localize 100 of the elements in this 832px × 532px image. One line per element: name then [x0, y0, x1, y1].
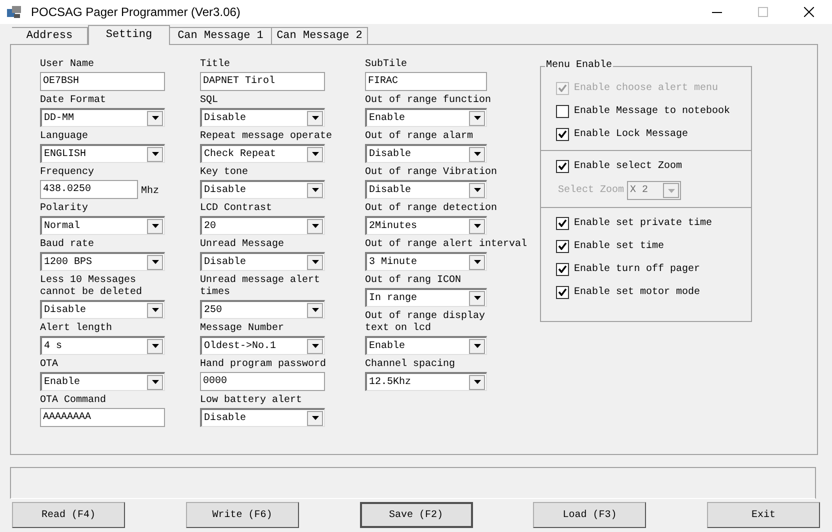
- dropdown[interactable]: Disable: [200, 108, 325, 127]
- dropdown[interactable]: ENGLISH: [40, 144, 165, 163]
- dropdown[interactable]: 3 Minute: [365, 252, 487, 271]
- dropdown[interactable]: Disable: [200, 252, 325, 271]
- dropdown[interactable]: 250: [200, 300, 325, 319]
- dropdown[interactable]: Enable: [365, 108, 487, 127]
- input-field[interactable]: FIRAC: [365, 72, 487, 91]
- dropdown-button[interactable]: [307, 146, 323, 162]
- dropdown-button[interactable]: [307, 302, 323, 318]
- dropdown[interactable]: Check Repeat: [200, 144, 325, 163]
- dropdown[interactable]: Normal: [40, 216, 165, 235]
- dropdown-value: Disable: [203, 256, 248, 270]
- button[interactable]: Read (F4): [12, 502, 125, 528]
- dropdown[interactable]: In range: [365, 288, 487, 307]
- field-label: Channel spacing: [365, 359, 456, 371]
- dropdown-button[interactable]: [469, 338, 485, 354]
- dropdown-value: DD-MM: [43, 112, 76, 126]
- tab[interactable]: Address: [12, 27, 88, 44]
- button[interactable]: Load (F3): [533, 502, 646, 528]
- dropdown-button[interactable]: [147, 146, 163, 162]
- field-label: Hand program password: [200, 359, 328, 371]
- field-label: Frequency: [40, 167, 96, 179]
- dropdown-value: 12.5Khz: [368, 376, 412, 390]
- dropdown[interactable]: Enable: [365, 336, 487, 355]
- check-icon: [558, 242, 567, 250]
- dropdown-button[interactable]: [307, 182, 323, 198]
- caret-icon: [312, 308, 318, 312]
- dropdown-button[interactable]: [307, 218, 323, 234]
- field-label: Out of range detection: [365, 203, 498, 215]
- dropdown[interactable]: 1200 BPS: [40, 252, 165, 271]
- dropdown-button[interactable]: [307, 410, 323, 426]
- dropdown-button[interactable]: [147, 254, 163, 270]
- dropdown[interactable]: 4 s: [40, 336, 165, 355]
- dropdown-button[interactable]: [307, 110, 323, 126]
- checkbox[interactable]: Enable Lock Message: [556, 126, 736, 142]
- field-label: Low battery alert: [200, 395, 304, 407]
- checkbox[interactable]: Enable turn off pager: [556, 261, 736, 277]
- input-field[interactable]: OE7BSH: [40, 72, 165, 91]
- window-title: POCSAG Pager Programmer (Ver3.06): [31, 4, 240, 21]
- caret-icon: [152, 380, 158, 384]
- checkbox[interactable]: Enable set private time: [556, 215, 736, 231]
- dropdown[interactable]: Disable: [200, 180, 325, 199]
- dropdown-button[interactable]: [469, 110, 485, 126]
- button[interactable]: Exit: [707, 502, 820, 528]
- dropdown-button[interactable]: [469, 374, 485, 390]
- dropdown[interactable]: 12.5Khz: [365, 372, 487, 391]
- dropdown[interactable]: DD-MM: [40, 108, 165, 127]
- checkbox[interactable]: Enable set motor mode: [556, 284, 736, 300]
- tab[interactable]: Can Message 2: [272, 27, 368, 44]
- dropdown[interactable]: 2Minutes: [365, 216, 487, 235]
- dropdown-button[interactable]: [469, 182, 485, 198]
- dropdown[interactable]: Enable: [40, 372, 165, 391]
- field-label: Unread Message: [200, 239, 286, 251]
- field-label: Out of range display text on lcd: [365, 311, 486, 335]
- dropdown-button[interactable]: [469, 218, 485, 234]
- dropdown[interactable]: Disable: [40, 300, 165, 319]
- check-icon: [558, 265, 567, 273]
- field-label: Unread message alert times: [200, 275, 322, 299]
- field-label: OTA Command: [40, 395, 108, 407]
- input-field[interactable]: 0000: [200, 372, 325, 391]
- button[interactable]: Save (F2): [360, 502, 472, 528]
- input-field[interactable]: DAPNET Tirol: [200, 72, 325, 91]
- field-label: Out of rang ICON: [365, 275, 462, 287]
- dropdown[interactable]: Disable: [365, 144, 487, 163]
- dropdown[interactable]: Oldest->No.1: [200, 336, 325, 355]
- dropdown[interactable]: 20: [200, 216, 325, 235]
- input-field[interactable]: AAAAAAAA: [40, 408, 165, 427]
- input-field[interactable]: 438.0250: [40, 180, 138, 199]
- dropdown[interactable]: Disable: [365, 180, 487, 199]
- dropdown-button[interactable]: [147, 302, 163, 318]
- caret-icon: [152, 152, 158, 156]
- field-label: Select Zoom: [558, 184, 624, 198]
- tab[interactable]: Setting: [88, 25, 170, 45]
- dropdown-button[interactable]: [469, 146, 485, 162]
- check-icon: [558, 288, 567, 296]
- dropdown-button[interactable]: [307, 338, 323, 354]
- caret-icon: [312, 260, 318, 264]
- dropdown-button[interactable]: [147, 110, 163, 126]
- caret-icon: [152, 308, 158, 312]
- dropdown-button[interactable]: [307, 254, 323, 270]
- checkbox[interactable]: Enable set time: [556, 238, 736, 254]
- dropdown-button[interactable]: [147, 374, 163, 390]
- caret-icon: [152, 116, 158, 120]
- dropdown-button[interactable]: [469, 290, 485, 306]
- dropdown-button[interactable]: [469, 254, 485, 270]
- caret-icon: [474, 344, 480, 348]
- dropdown-button[interactable]: [147, 218, 163, 234]
- dropdown-button[interactable]: [147, 338, 163, 354]
- checkbox[interactable]: Enable Message to notebook: [556, 103, 736, 119]
- caret-icon: [152, 260, 158, 264]
- dropdown-value: Enable: [43, 376, 82, 390]
- tab[interactable]: Can Message 1: [170, 27, 272, 44]
- button[interactable]: Write (F6): [186, 502, 299, 528]
- dropdown[interactable]: Disable: [200, 408, 325, 427]
- dropdown-value: Disable: [203, 184, 248, 198]
- check-icon: [558, 130, 567, 138]
- checkbox[interactable]: Enable select Zoom: [556, 158, 736, 174]
- field-label: Key tone: [200, 167, 250, 179]
- field-label: Baud rate: [40, 239, 96, 251]
- dropdown-value: ENGLISH: [43, 148, 88, 162]
